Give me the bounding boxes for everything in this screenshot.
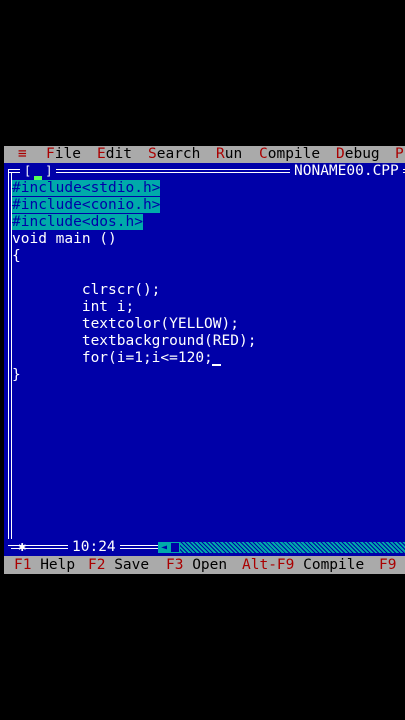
- status-save-key: F2: [88, 557, 106, 573]
- status-compile[interactable]: Alt-F9 Compile: [242, 556, 364, 574]
- menu-edit[interactable]: Edit: [97, 146, 132, 163]
- menu-search-label: earch: [156, 146, 201, 162]
- menu-run-label: un: [224, 146, 243, 162]
- code-line-text: void main (): [12, 231, 117, 247]
- status-help-key: F1: [14, 557, 32, 573]
- code-line: void main (): [12, 231, 117, 248]
- menu-edit-hotkey: E: [97, 146, 106, 162]
- code-editor[interactable]: #include<stdio.h> #include<conio.h> #inc…: [12, 180, 392, 530]
- menu-file-hotkey: F: [46, 146, 55, 162]
- scrollbar-thumb[interactable]: [170, 542, 180, 553]
- code-line-text: #include<conio.h>: [12, 197, 161, 213]
- menu-project-hotkey: P: [395, 146, 404, 162]
- status-compile-label: Compile: [294, 557, 365, 573]
- status-save-label: Save: [105, 557, 150, 573]
- status-make[interactable]: F9: [379, 556, 396, 574]
- resize-handle-icon[interactable]: ✱: [18, 539, 26, 556]
- cursor-position: 10:24: [68, 539, 120, 556]
- status-open-key: F3: [166, 557, 184, 573]
- code-line-text: {: [12, 248, 21, 264]
- horizontal-scrollbar[interactable]: [170, 542, 405, 553]
- status-help-label: Help: [31, 557, 76, 573]
- status-compile-key: Alt-F9: [242, 557, 295, 573]
- window-control-tab: []: [20, 165, 57, 185]
- code-line-text: textcolor(YELLOW);: [12, 316, 239, 332]
- code-line-text: int i;: [12, 299, 135, 315]
- status-bar: F1 Help F2 Save F3 Open Alt-F9 Compile F…: [4, 556, 405, 574]
- turbo-cpp-screen: ≡ File Edit Search Run Compile Debug P […: [4, 146, 405, 574]
- code-line-text: }: [12, 367, 21, 383]
- menu-debug[interactable]: Debug: [336, 146, 380, 163]
- code-line-text: textbackground(RED);: [12, 333, 257, 349]
- menu-debug-label: ebug: [344, 146, 380, 162]
- status-save[interactable]: F2 Save: [88, 556, 149, 574]
- status-open-label: Open: [183, 557, 228, 573]
- menu-edit-label: dit: [105, 146, 132, 162]
- status-help[interactable]: F1 Help: [14, 556, 75, 574]
- code-line: {: [12, 248, 21, 265]
- text-cursor: [212, 364, 221, 366]
- code-line: textcolor(YELLOW);: [12, 316, 239, 333]
- code-line: clrscr();: [12, 282, 161, 299]
- window-bottom-frame: ✱ 10:24 ◄: [4, 539, 405, 556]
- code-line-text: #include<dos.h>: [12, 214, 143, 230]
- menu-search[interactable]: Search: [148, 146, 200, 163]
- code-line: int i;: [12, 299, 134, 316]
- menu-search-hotkey: S: [148, 146, 157, 162]
- menu-compile-hotkey: C: [259, 146, 268, 162]
- status-open[interactable]: F3 Open: [166, 556, 227, 574]
- editor-window: [] NONAME00.CPP #include<stdio.h> #inclu…: [4, 163, 405, 556]
- menu-run-hotkey: R: [216, 146, 225, 162]
- code-line: #include<stdio.h>: [12, 180, 161, 197]
- code-line-text: for(i=1;i<=120;: [12, 350, 213, 366]
- code-line: #include<conio.h>: [12, 197, 161, 214]
- status-make-key: F9: [379, 557, 397, 573]
- menu-compile-label: ompile: [267, 146, 321, 162]
- menu-debug-hotkey: D: [336, 146, 345, 162]
- system-menu-icon[interactable]: ≡: [18, 146, 27, 163]
- menu-compile[interactable]: Compile: [259, 146, 320, 163]
- code-line: }: [12, 367, 21, 384]
- menu-project[interactable]: P: [395, 146, 404, 163]
- code-line: for(i=1;i<=120;: [12, 350, 213, 367]
- menu-bar: ≡ File Edit Search Run Compile Debug P: [4, 146, 405, 163]
- code-line: #include<dos.h>: [12, 214, 143, 231]
- code-line-text: clrscr();: [12, 282, 161, 298]
- menu-file-label: ile: [54, 146, 81, 162]
- menu-file[interactable]: File: [46, 146, 81, 163]
- scroll-left-arrow-icon[interactable]: ◄: [158, 542, 170, 553]
- code-line: textbackground(RED);: [12, 333, 257, 350]
- frame-left-outer: [8, 169, 9, 549]
- window-title: NONAME00.CPP: [290, 163, 403, 180]
- code-line-text: #include<stdio.h>: [12, 180, 161, 196]
- menu-run[interactable]: Run: [216, 146, 242, 163]
